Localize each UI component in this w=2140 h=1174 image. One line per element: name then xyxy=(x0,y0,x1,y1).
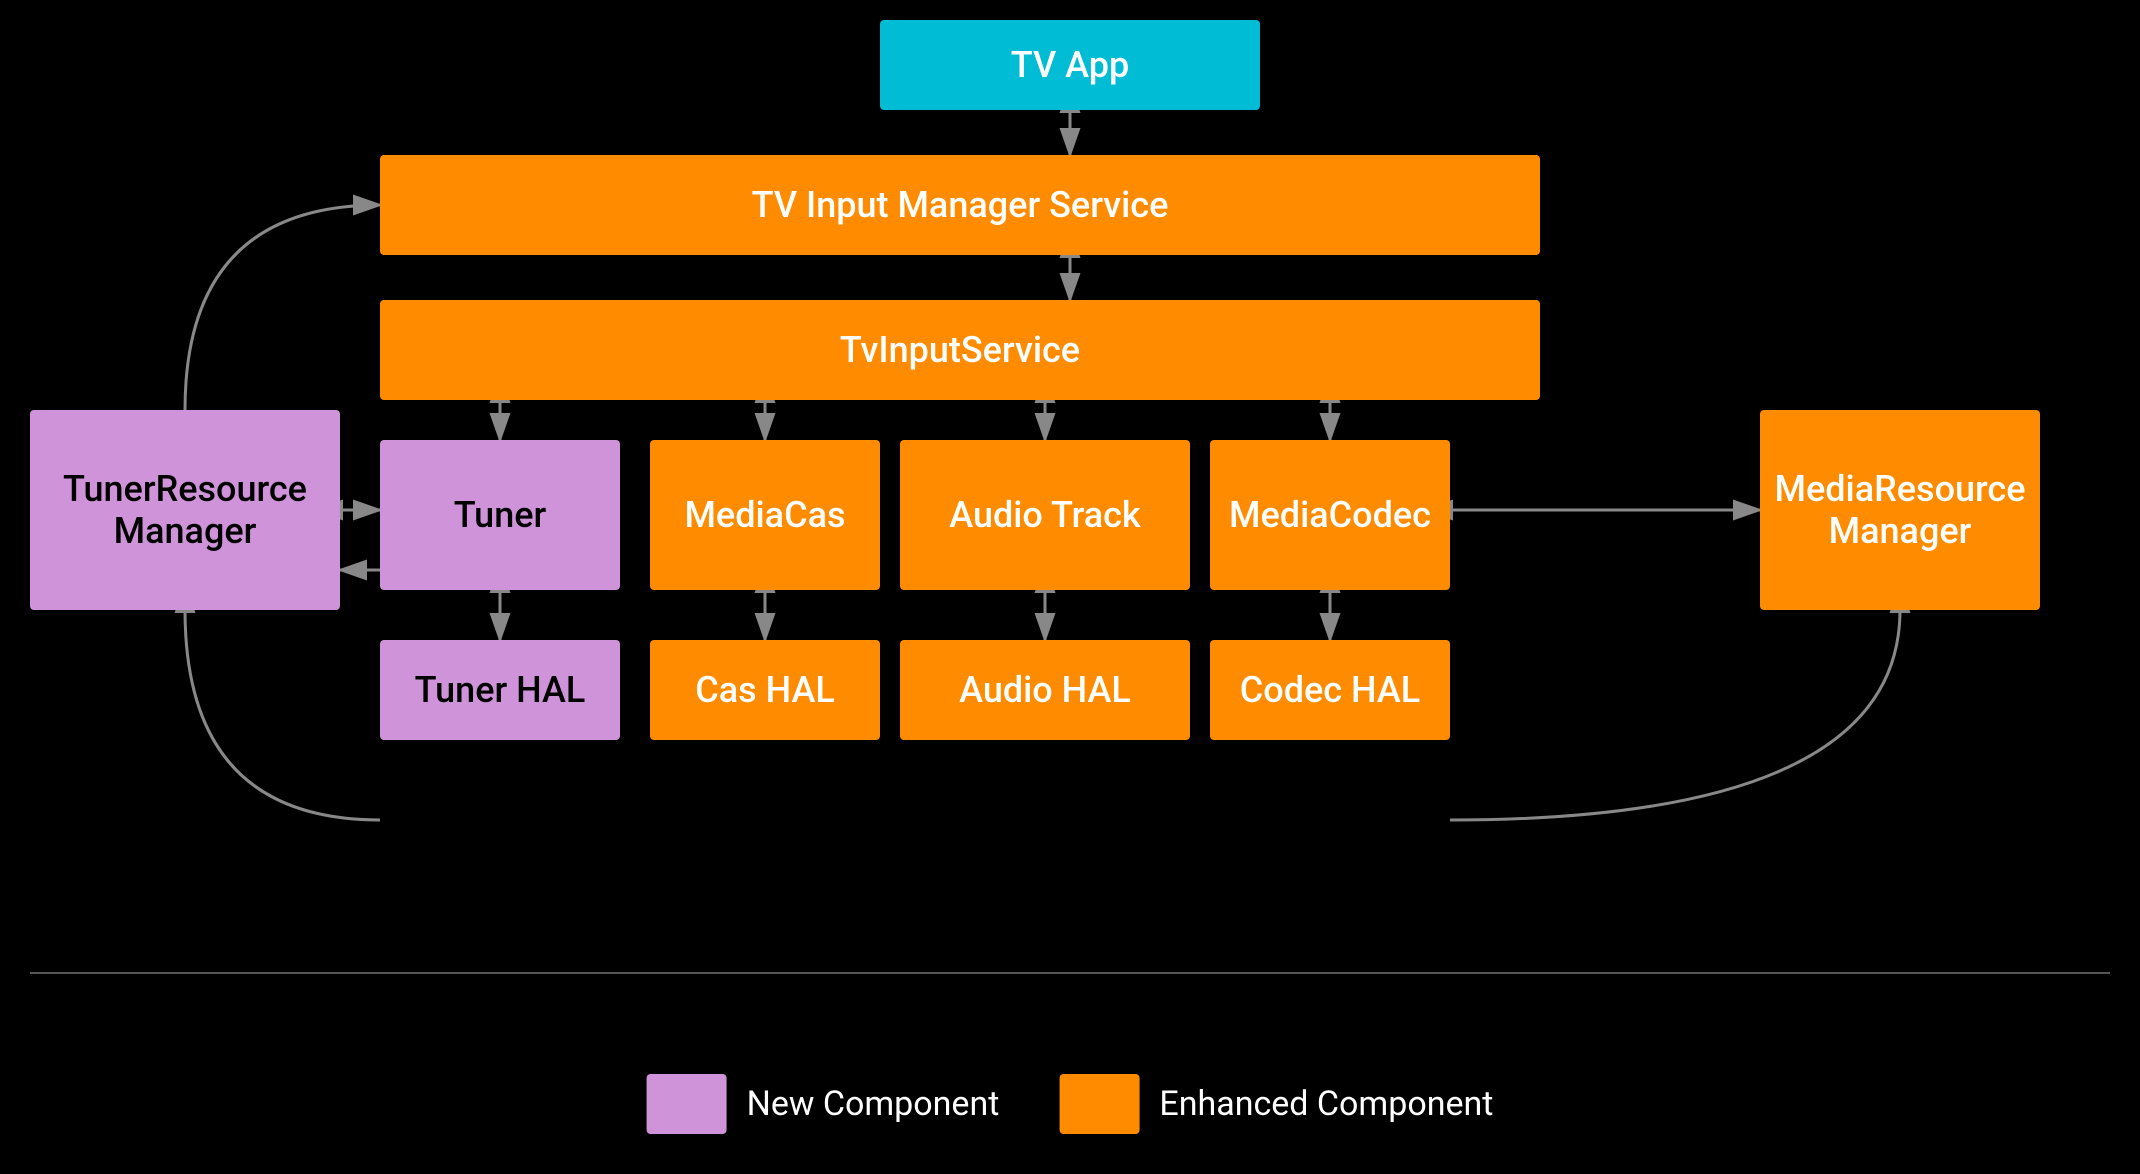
audio-track-box: Audio Track xyxy=(900,440,1190,590)
tuner-label: Tuner xyxy=(454,494,547,536)
media-codec-box: MediaCodec xyxy=(1210,440,1450,590)
legend-enhanced-component-label: Enhanced Component xyxy=(1159,1084,1493,1124)
cas-hal-box: Cas HAL xyxy=(650,640,880,740)
cas-hal-label: Cas HAL xyxy=(695,669,835,711)
legend-orange-box xyxy=(1059,1074,1139,1134)
audio-hal-label: Audio HAL xyxy=(959,669,1131,711)
codec-hal-box: Codec HAL xyxy=(1210,640,1450,740)
diagram-container: TV App TV Input Manager Service TvInputS… xyxy=(0,0,2140,1174)
audio-hal-box: Audio HAL xyxy=(900,640,1190,740)
legend-new-component: New Component xyxy=(647,1074,1000,1134)
tuner-box: Tuner xyxy=(380,440,620,590)
media-cas-box: MediaCas xyxy=(650,440,880,590)
tv-input-manager-label: TV Input Manager Service xyxy=(752,184,1169,226)
media-resource-manager-label: MediaResource Manager xyxy=(1774,468,2025,552)
tuner-hal-box: Tuner HAL xyxy=(380,640,620,740)
tv-input-service-box: TvInputService xyxy=(380,300,1540,400)
tv-input-service-label: TvInputService xyxy=(840,329,1080,371)
tv-input-manager-box: TV Input Manager Service xyxy=(380,155,1540,255)
legend: New Component Enhanced Component xyxy=(647,1074,1494,1134)
tv-app-label: TV App xyxy=(1011,44,1129,86)
legend-purple-box xyxy=(647,1074,727,1134)
media-resource-manager-box: MediaResource Manager xyxy=(1760,410,2040,610)
divider xyxy=(30,972,2110,974)
legend-enhanced-component: Enhanced Component xyxy=(1059,1074,1493,1134)
media-codec-label: MediaCodec xyxy=(1229,494,1431,536)
tuner-hal-label: Tuner HAL xyxy=(415,669,586,711)
media-cas-label: MediaCas xyxy=(684,494,845,536)
tuner-resource-manager-label: TunerResource Manager xyxy=(63,468,307,552)
legend-new-component-label: New Component xyxy=(747,1084,1000,1124)
codec-hal-label: Codec HAL xyxy=(1240,669,1420,711)
tv-app-box: TV App xyxy=(880,20,1260,110)
audio-track-label: Audio Track xyxy=(949,494,1140,536)
tuner-resource-manager-box: TunerResource Manager xyxy=(30,410,340,610)
